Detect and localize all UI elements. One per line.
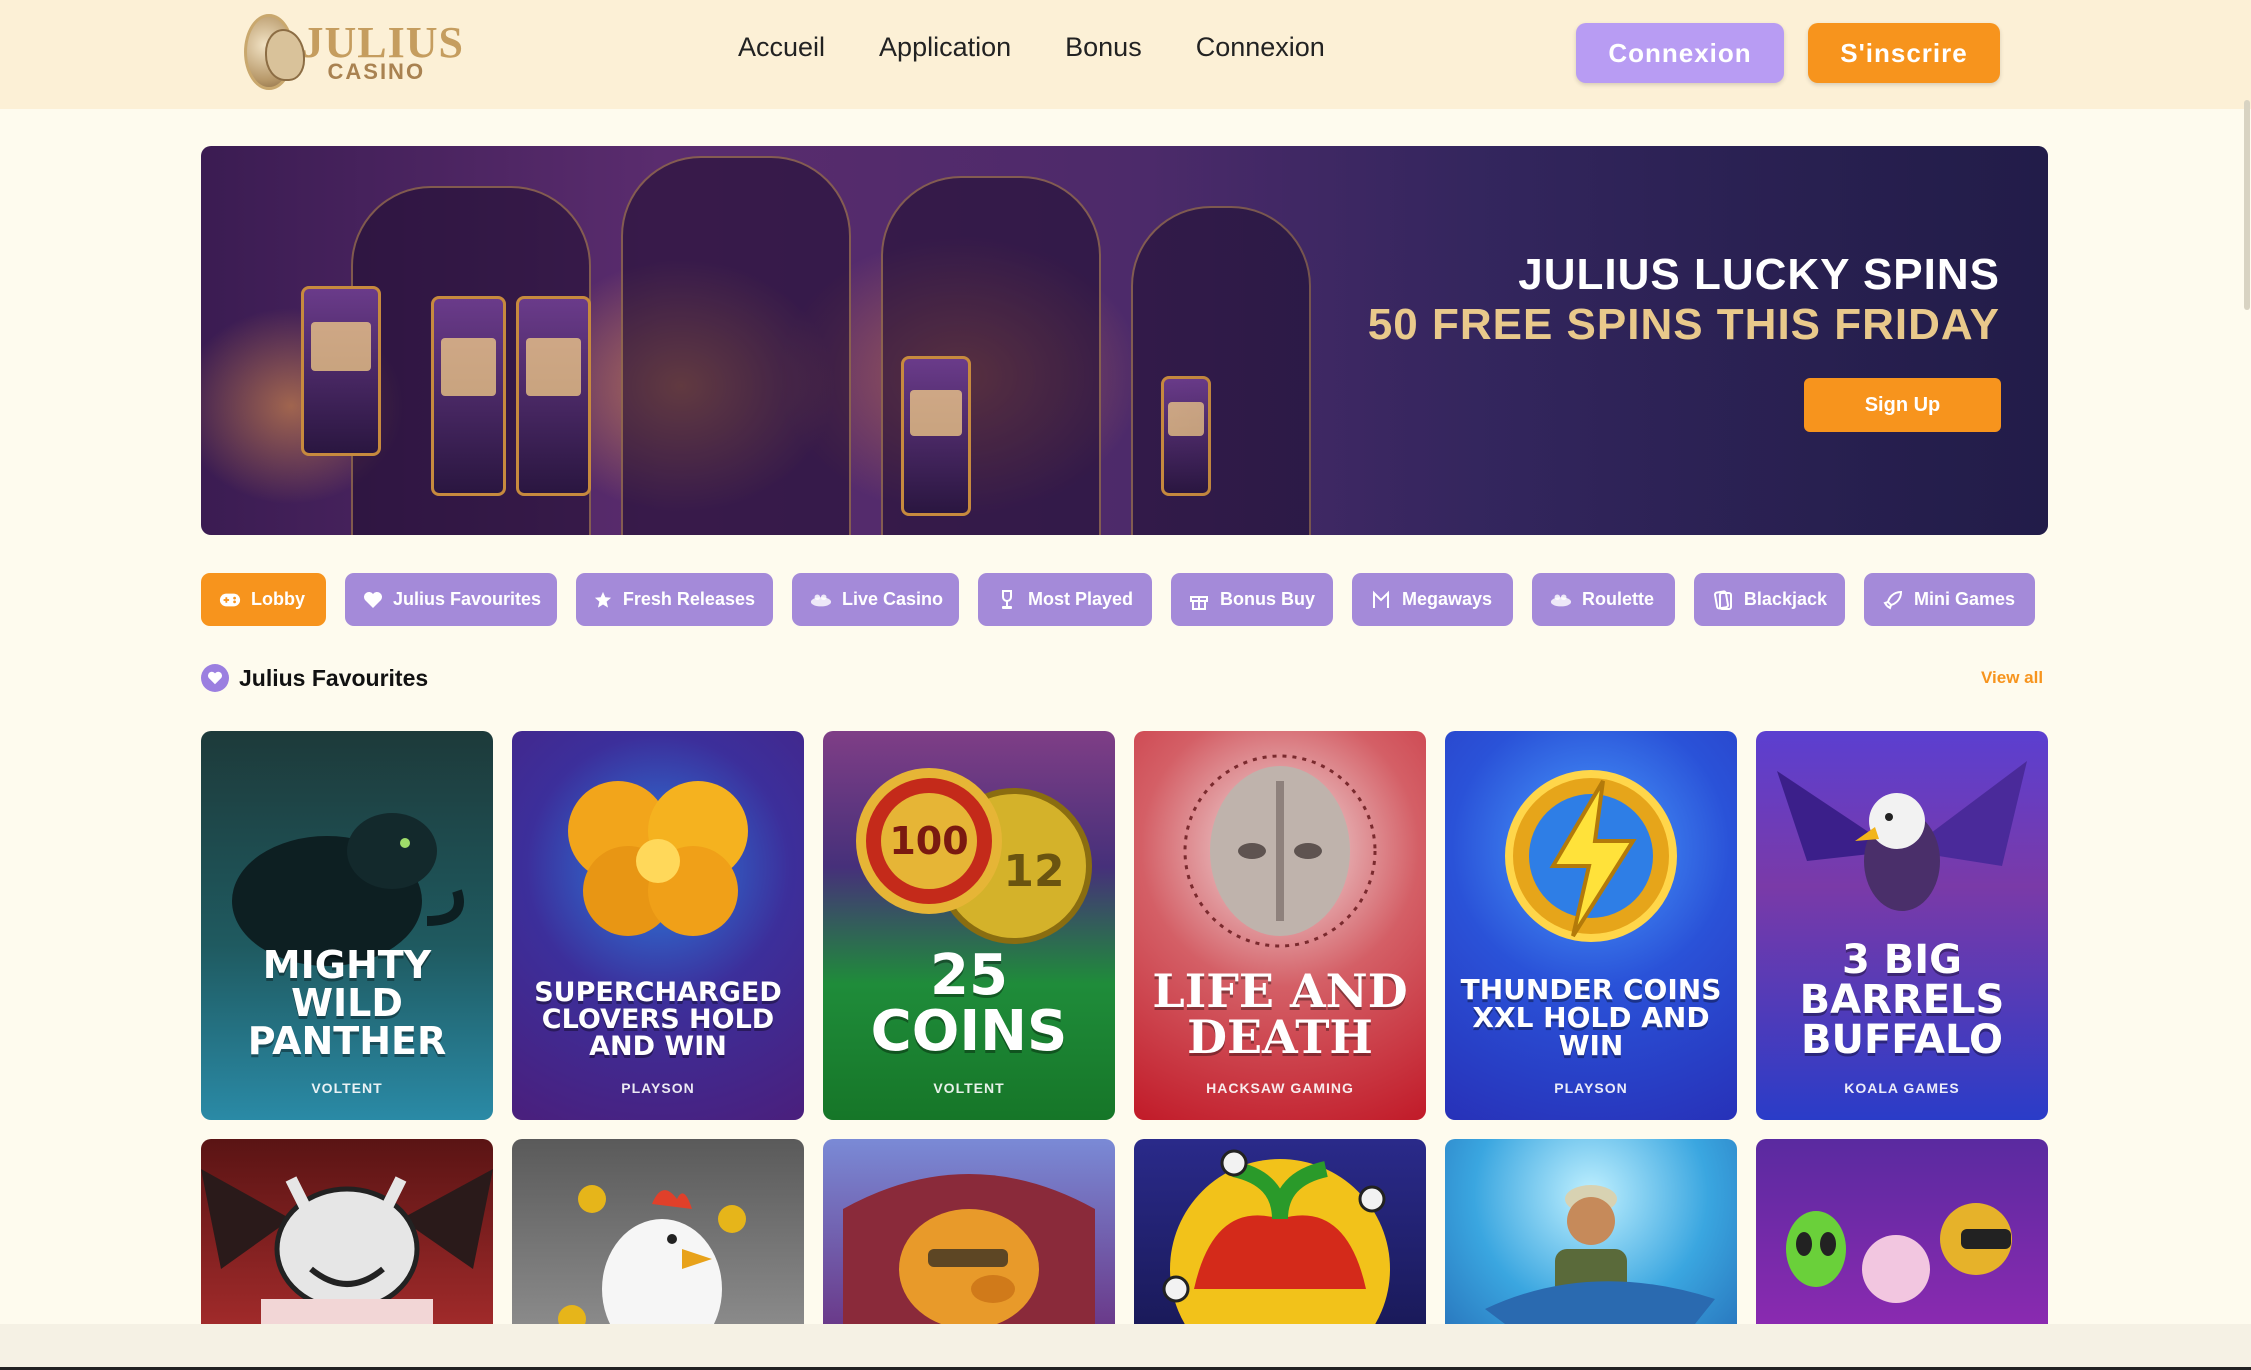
section-header: Julius Favourites bbox=[201, 664, 428, 692]
heart-icon bbox=[363, 589, 383, 611]
game-provider: HACKSAW GAMING bbox=[1206, 1080, 1354, 1096]
roulette-icon bbox=[1550, 589, 1572, 611]
slot-machine-image bbox=[301, 286, 381, 456]
game-title: THUNDER COINS XXL HOLD AND WIN bbox=[1460, 973, 1722, 1062]
view-all-link[interactable]: View all bbox=[1981, 668, 2043, 688]
caesar-coin-icon bbox=[244, 14, 305, 90]
game-provider: KOALA GAMES bbox=[1844, 1080, 1960, 1096]
game-provider: PLAYSON bbox=[621, 1080, 695, 1096]
trophy-icon bbox=[996, 589, 1018, 611]
login-button[interactable]: Connexion bbox=[1576, 23, 1784, 83]
chicken-character-image bbox=[558, 1185, 746, 1324]
game-tile-pig[interactable] bbox=[823, 1139, 1115, 1324]
building-arch bbox=[621, 156, 851, 535]
category-most-played[interactable]: Most Played bbox=[978, 573, 1152, 626]
slot-machine-image bbox=[431, 296, 506, 496]
eagle-image bbox=[1777, 761, 2027, 911]
coin-value-100: 100 bbox=[889, 819, 968, 863]
category-live-casino[interactable]: Live Casino bbox=[792, 573, 959, 626]
game-tile-fisherman[interactable] bbox=[1445, 1139, 1737, 1324]
scrollbar-thumb[interactable] bbox=[2244, 100, 2250, 310]
coins-image: 100 12 bbox=[856, 768, 1092, 944]
game-title: SUPERCHARGED CLOVERS HOLD AND WIN bbox=[534, 977, 782, 1062]
slot-machine-image bbox=[901, 356, 971, 516]
banner-title: JULIUS LUCKY SPINS bbox=[1518, 250, 2000, 299]
game-tile-thunder-coins-xxl[interactable]: THUNDER COINS XXL HOLD AND WIN PLAYSON bbox=[1445, 731, 1737, 1120]
slot-machine-image bbox=[516, 296, 591, 496]
nav-link-accueil[interactable]: Accueil bbox=[738, 32, 825, 63]
game-tile-supercharged-clovers[interactable]: SUPERCHARGED CLOVERS HOLD AND WIN PLAYSO… bbox=[512, 731, 804, 1120]
category-label: Megaways bbox=[1402, 589, 1493, 609]
category-label: Mini Games bbox=[1914, 589, 2016, 609]
gift-icon bbox=[1189, 589, 1210, 611]
game-title: 3 BIG BARRELS BUFFALO bbox=[1799, 937, 2005, 1063]
section-title: Julius Favourites bbox=[239, 664, 429, 691]
game-title: MIGHTY WILD PANTHER bbox=[247, 943, 447, 1063]
main-nav: Accueil Application Bonus Connexion bbox=[738, 32, 1325, 63]
game-title: 25 COINS bbox=[870, 943, 1068, 1064]
game-tile-devil[interactable] bbox=[201, 1139, 493, 1324]
category-bar: Lobby Julius Favourites Fresh Releases L… bbox=[201, 573, 2035, 626]
category-megaways[interactable]: Megaways bbox=[1352, 573, 1513, 626]
game-title: LIFE AND DEATH bbox=[1152, 964, 1408, 1064]
gamepad-icon bbox=[219, 589, 241, 611]
nav-link-bonus[interactable]: Bonus bbox=[1065, 32, 1142, 63]
game-tile-jester[interactable] bbox=[1134, 1139, 1426, 1324]
category-label: Bonus Buy bbox=[1219, 589, 1315, 609]
rocket-icon bbox=[1882, 589, 1904, 611]
category-bonus-buy[interactable]: Bonus Buy bbox=[1171, 573, 1333, 626]
clover-image bbox=[568, 781, 748, 936]
game-provider: VOLTENT bbox=[311, 1080, 383, 1096]
megaways-icon bbox=[1370, 589, 1392, 611]
site-header: JULIUS CASINO Accueil Application Bonus … bbox=[0, 0, 2251, 109]
game-tile-mighty-wild-panther[interactable]: MIGHTY WILD PANTHER VOLTENT bbox=[201, 731, 493, 1120]
twin-face-statue-image bbox=[1183, 754, 1377, 948]
fisherman-image bbox=[1485, 1185, 1715, 1324]
banner-signup-button[interactable]: Sign Up bbox=[1804, 378, 2001, 432]
aliens-image bbox=[1786, 1203, 2012, 1303]
game-tile-life-and-death[interactable]: LIFE AND DEATH HACKSAW GAMING bbox=[1134, 731, 1426, 1120]
category-roulette[interactable]: Roulette bbox=[1532, 573, 1675, 626]
logo-text: JULIUS CASINO bbox=[302, 21, 465, 83]
star-icon bbox=[594, 589, 613, 611]
game-provider: VOLTENT bbox=[933, 1080, 1005, 1096]
julius-casino-logo[interactable]: JULIUS CASINO bbox=[244, 12, 464, 92]
live-casino-icon bbox=[810, 589, 832, 611]
game-provider: PLAYSON bbox=[1554, 1080, 1628, 1096]
category-label: Fresh Releases bbox=[622, 589, 755, 609]
nav-link-connexion[interactable]: Connexion bbox=[1196, 32, 1325, 63]
pig-banker-image bbox=[843, 1174, 1095, 1324]
category-mini-games[interactable]: Mini Games bbox=[1864, 573, 2035, 626]
panther-image bbox=[232, 813, 464, 966]
game-tile-chicken[interactable] bbox=[512, 1139, 804, 1324]
lightning-coin-image bbox=[1505, 770, 1677, 942]
promo-banner[interactable]: JULIUS LUCKY SPINS 50 FREE SPINS THIS FR… bbox=[201, 146, 2048, 535]
page-bottom-area bbox=[0, 1324, 2251, 1370]
game-tile-25-coins[interactable]: 100 12 25 COINS VOLTENT bbox=[823, 731, 1115, 1120]
devil-character-image bbox=[201, 1169, 493, 1324]
category-label: Most Played bbox=[1028, 589, 1134, 609]
coin-value-12: 12 bbox=[1003, 846, 1064, 897]
category-label: Blackjack bbox=[1743, 589, 1827, 609]
heart-icon bbox=[201, 664, 229, 692]
category-fresh-releases[interactable]: Fresh Releases bbox=[576, 573, 773, 626]
signup-button[interactable]: S'inscrire bbox=[1808, 23, 2000, 83]
game-tile-3-big-barrels-buffalo[interactable]: 3 BIG BARRELS BUFFALO KOALA GAMES bbox=[1756, 731, 2048, 1120]
category-label: Lobby bbox=[251, 589, 305, 609]
jester-hat-image bbox=[1162, 1149, 1390, 1324]
category-label: Live Casino bbox=[842, 589, 944, 609]
category-blackjack[interactable]: Blackjack bbox=[1694, 573, 1845, 626]
nav-link-application[interactable]: Application bbox=[879, 32, 1011, 63]
game-tile-aliens[interactable] bbox=[1756, 1139, 2048, 1324]
category-label: Julius Favourites bbox=[393, 589, 542, 609]
cards-icon bbox=[1712, 589, 1734, 611]
category-julius-favourites[interactable]: Julius Favourites bbox=[345, 573, 557, 626]
category-lobby[interactable]: Lobby bbox=[201, 573, 326, 626]
banner-subtitle: 50 FREE SPINS THIS FRIDAY bbox=[1367, 300, 2000, 349]
category-label: Roulette bbox=[1582, 589, 1654, 609]
